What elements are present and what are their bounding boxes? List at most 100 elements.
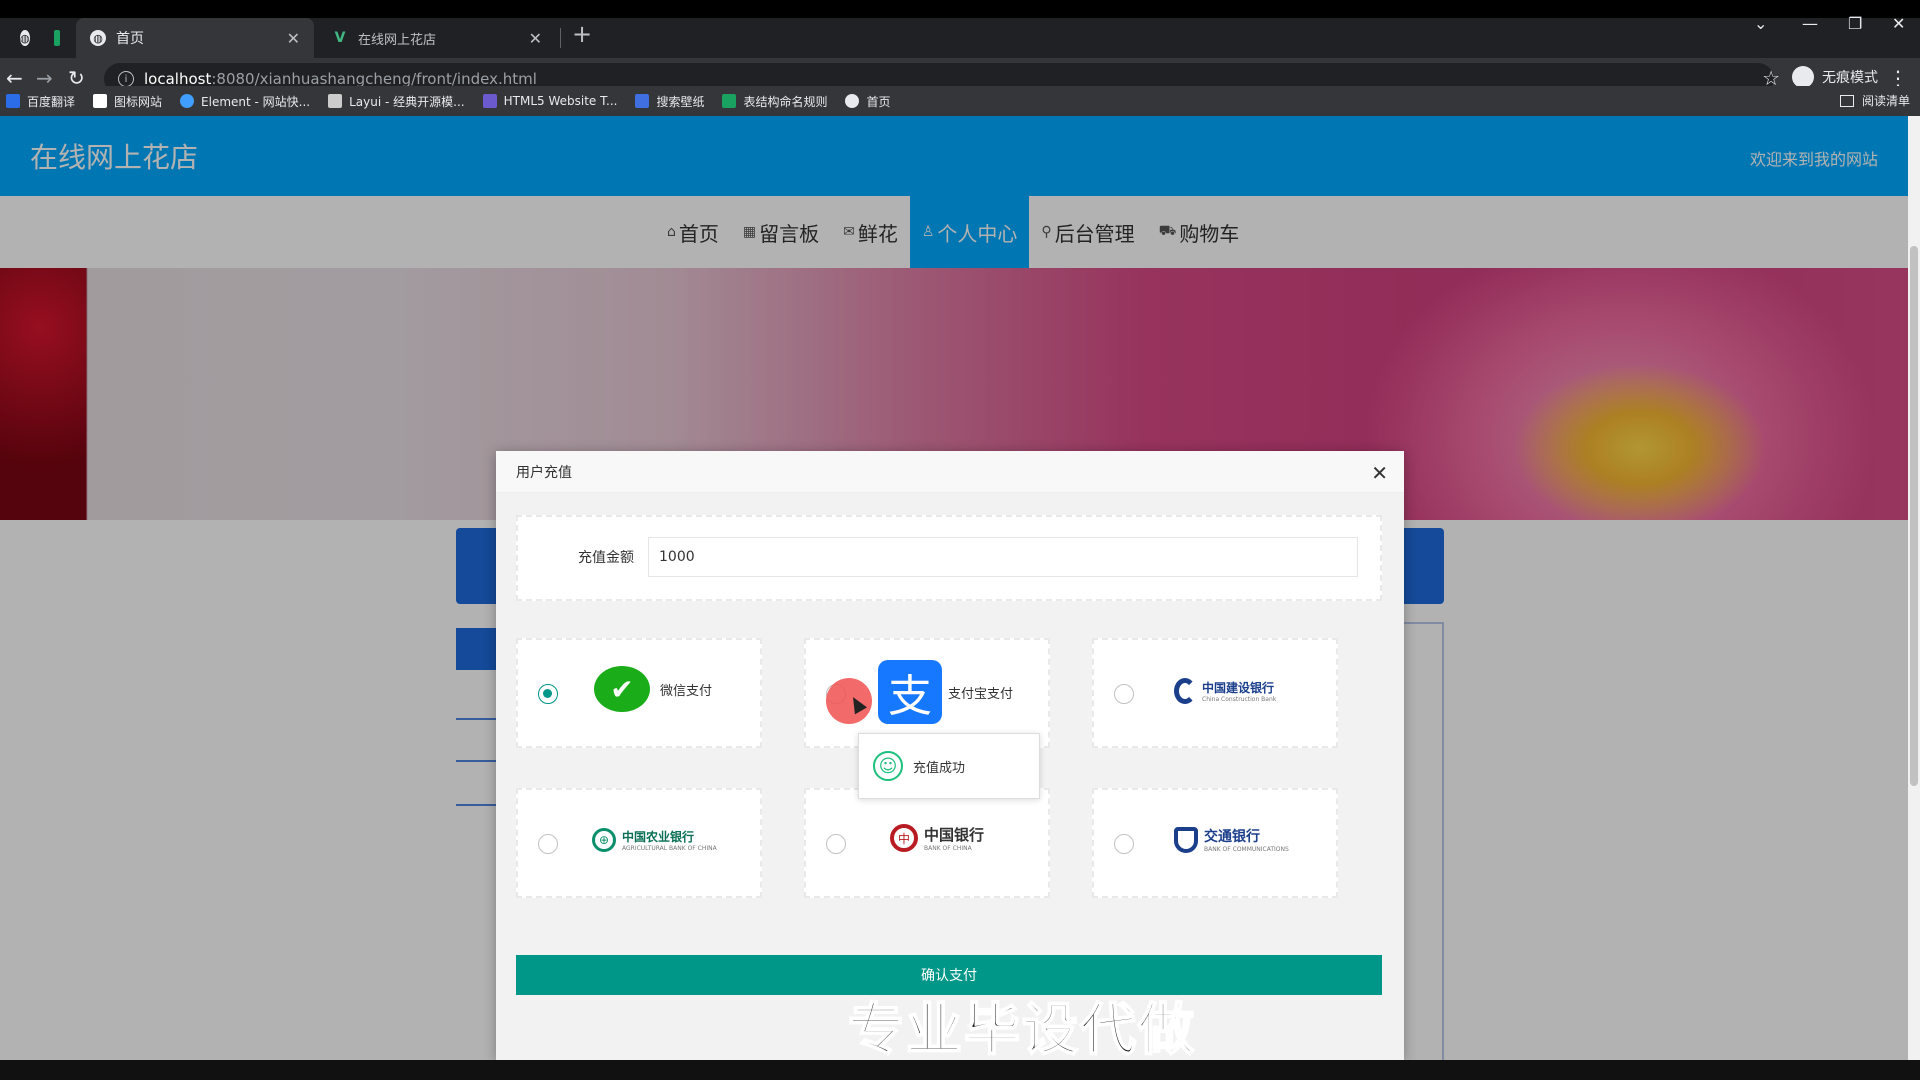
tab-flower-shop[interactable]: V 在线网上花店 ✕	[318, 18, 556, 58]
bank-name-en: China Construction Bank	[1202, 696, 1277, 703]
bank-name: 中国银行	[924, 826, 985, 844]
toast-message: 充值成功	[913, 760, 966, 776]
bookmark-label: Layui - 经典开源模...	[349, 94, 465, 109]
boc-icon: 中	[890, 824, 918, 852]
payment-option-boc[interactable]: 中 中国银行 BANK OF CHINA	[804, 788, 1050, 898]
reading-list[interactable]: 阅读清单	[1839, 92, 1910, 109]
wechat-logo: ✔ 微信支付	[594, 666, 712, 712]
tab-separator	[560, 28, 561, 48]
dialog-body: 充值金额 ✔ 微信支付 支 支付宝支付	[496, 493, 1404, 1060]
site-info-icon[interactable]: i	[118, 71, 134, 87]
sheet-icon	[722, 94, 737, 108]
bookmark-item[interactable]: 首页	[845, 93, 891, 110]
vue-icon: V	[334, 30, 346, 46]
translate-icon	[6, 94, 20, 108]
alipay-icon: 支	[878, 660, 942, 724]
alipay-logo: 支 支付宝支付	[878, 660, 1013, 724]
web-page: 在线网上花店 欢迎来到我的网站 ⌂ 首页 ▦ 留言板 ✉ 鲜花 ♙ 个人中心 ⚲ 后台管理 ⛟ 购物车…	[0, 116, 1908, 1060]
tab-search-icon[interactable]: ⌄	[1754, 14, 1767, 33]
html5-icon	[482, 94, 497, 108]
bookmark-item[interactable]: 百度翻译	[6, 93, 75, 110]
bookmark-item[interactable]: Element - 网站快...	[180, 93, 310, 110]
radio-boc[interactable]	[826, 834, 846, 854]
incognito-icon	[1792, 66, 1814, 88]
payment-label: 支付宝支付	[948, 686, 1014, 702]
payment-label: 微信支付	[660, 683, 713, 699]
close-icon[interactable]: ✕	[529, 29, 542, 48]
bookmark-label: 表结构命名规则	[743, 94, 828, 109]
payment-option-wechat[interactable]: ✔ 微信支付	[516, 638, 762, 748]
flag-icon	[93, 94, 108, 108]
close-icon[interactable]: ✕	[1371, 461, 1388, 485]
close-icon[interactable]: ✕	[287, 29, 300, 48]
scrollbar-thumb[interactable]	[1910, 246, 1918, 786]
restore-icon[interactable]: ❐	[1848, 14, 1862, 33]
payment-option-bocom[interactable]: 交通银行 BANK OF COMMUNICATIONS	[1092, 788, 1338, 898]
globe-icon: ◍	[20, 30, 30, 46]
ccb-icon	[1174, 678, 1196, 704]
tab-home[interactable]: ◍ 首页 ✕	[76, 18, 314, 58]
dialog-title: 用户充值	[516, 464, 572, 481]
bank-name-en: BANK OF CHINA	[924, 845, 972, 852]
abc-logo: ⊕ 中国农业银行 AGRICULTURAL BANK OF CHINA	[592, 828, 717, 852]
bank-name: 交通银行	[1204, 829, 1260, 845]
reading-list-icon	[1839, 94, 1854, 107]
bookmark-label: 首页	[866, 94, 891, 109]
tab-label: 在线网上花店	[358, 32, 437, 48]
radio-ccb[interactable]	[1114, 684, 1134, 704]
bocom-icon	[1174, 826, 1198, 853]
bank-name-en: AGRICULTURAL BANK OF CHINA	[622, 845, 717, 852]
amount-section: 充值金额	[516, 515, 1382, 601]
payment-option-ccb[interactable]: 中国建设银行 China Construction Bank	[1092, 638, 1338, 748]
bookmark-label: HTML5 Website T...	[503, 94, 618, 108]
page-scrollbar[interactable]	[1908, 116, 1920, 1060]
radio-abc[interactable]	[538, 834, 558, 854]
tab-label: 首页	[116, 31, 144, 47]
bank-name: 中国建设银行	[1202, 681, 1275, 695]
wallpaper-icon	[635, 94, 650, 108]
bocom-logo: 交通银行 BANK OF COMMUNICATIONS	[1174, 826, 1289, 853]
reading-list-label: 阅读清单	[1861, 94, 1910, 108]
recharge-dialog: 用户充值 ✕ 充值金额 ✔ 微信支付 支 支付宝支付	[496, 451, 1404, 1060]
bookmark-item[interactable]: 图标网站	[93, 93, 162, 110]
bookmark-item[interactable]: Layui - 经典开源模...	[328, 93, 465, 110]
bookmark-item[interactable]: HTML5 Website T...	[482, 94, 618, 108]
minimize-icon[interactable]: —	[1802, 14, 1818, 33]
browser-menu-tab[interactable]: ◍	[6, 18, 36, 58]
radio-wechat[interactable]	[538, 684, 558, 704]
watermark-text: 专业毕设代做	[847, 997, 1196, 1064]
bookmark-label: Element - 网站快...	[201, 94, 311, 109]
smile-icon: ☺	[873, 751, 903, 781]
wechat-pay-icon: ✔	[594, 666, 650, 712]
ccb-logo: 中国建设银行 China Construction Bank	[1174, 678, 1276, 704]
bookmark-label: 图标网站	[114, 94, 163, 109]
radio-bocom[interactable]	[1114, 834, 1134, 854]
pinned-tab[interactable]	[40, 18, 70, 58]
element-icon	[180, 94, 195, 108]
browser-tab-bar: ◍ ◍ 首页 ✕ V 在线网上花店 ✕ + ⌄ — ❐ ✕	[0, 0, 1920, 58]
globe-icon: ◍	[90, 30, 106, 46]
success-toast: ☺ 充值成功	[858, 733, 1040, 799]
incognito-label: 无痕模式	[1822, 70, 1878, 86]
bookmark-label: 百度翻译	[27, 94, 76, 109]
bookmark-item[interactable]: 搜索壁纸	[635, 93, 704, 110]
bookmark-label: 搜索壁纸	[656, 94, 705, 109]
tab-bar-top-strip	[0, 0, 1920, 18]
amount-input[interactable]	[648, 537, 1358, 577]
layui-icon	[328, 94, 343, 108]
bank-name: 中国农业银行	[622, 830, 695, 844]
payment-option-abc[interactable]: ⊕ 中国农业银行 AGRICULTURAL BANK OF CHINA	[516, 788, 762, 898]
bottom-strip	[0, 1060, 1920, 1080]
incognito-badge[interactable]: 无痕模式	[1792, 66, 1878, 88]
sheet-icon	[54, 30, 60, 46]
new-tab-icon[interactable]: +	[572, 20, 592, 48]
bank-name-en: BANK OF COMMUNICATIONS	[1204, 846, 1289, 853]
amount-label: 充值金额	[578, 550, 634, 566]
bookmarks-bar: 百度翻译 图标网站 Element - 网站快... Layui - 经典开源模…	[0, 86, 1920, 116]
abc-icon: ⊕	[592, 828, 616, 852]
bookmark-item[interactable]: 表结构命名规则	[722, 93, 827, 110]
boc-logo: 中 中国银行 BANK OF CHINA	[890, 824, 984, 852]
dialog-header: 用户充值 ✕	[496, 451, 1404, 493]
globe-icon	[845, 94, 860, 108]
window-close-icon[interactable]: ✕	[1892, 14, 1905, 33]
